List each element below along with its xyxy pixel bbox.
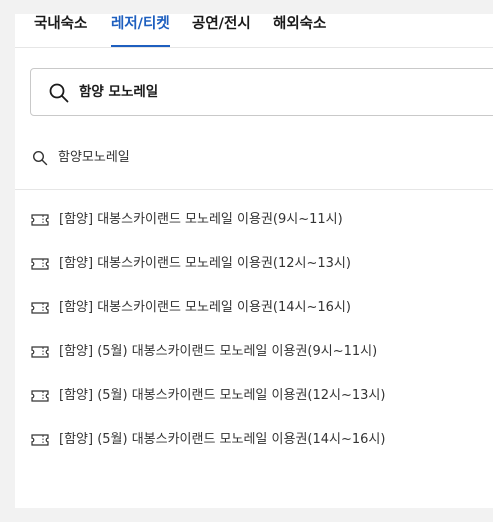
ticket-icon [31, 302, 49, 314]
result-item[interactable]: [함양] 대봉스카이랜드 모노레일 이용권(12시~13시) [31, 253, 481, 275]
result-label: [함양] (5월) 대봉스카이랜드 모노레일 이용권(9시~11시) [59, 344, 378, 359]
result-item[interactable]: [함양] (5월) 대봉스카이랜드 모노레일 이용권(14시~16시) [31, 429, 481, 451]
result-item[interactable]: [함양] (5월) 대봉스카이랜드 모노레일 이용권(9시~11시) [31, 341, 481, 363]
ticket-icon [31, 258, 49, 270]
suggestion-label: 함양모노레일 [58, 150, 130, 165]
result-label: [함양] 대봉스카이랜드 모노레일 이용권(14시~16시) [59, 300, 351, 315]
category-tabs: 국내숙소 레저/티켓 공연/전시 해외숙소 [15, 14, 493, 48]
tab-performance-exhibition[interactable]: 공연/전시 [192, 14, 251, 47]
search-panel: 국내숙소 레저/티켓 공연/전시 해외숙소 함양 모노레일 함양모노레일 [함양… [15, 14, 493, 508]
result-item[interactable]: [함양] 대봉스카이랜드 모노레일 이용권(14시~16시) [31, 297, 481, 319]
result-label: [함양] (5월) 대봉스카이랜드 모노레일 이용권(12시~13시) [59, 388, 386, 403]
search-icon [49, 83, 69, 103]
result-label: [함양] 대봉스카이랜드 모노레일 이용권(9시~11시) [59, 212, 343, 227]
tab-overseas-stay[interactable]: 해외숙소 [273, 14, 326, 47]
search-icon [32, 150, 48, 166]
result-item[interactable]: [함양] 대봉스카이랜드 모노레일 이용권(9시~11시) [31, 209, 481, 231]
divider [15, 189, 493, 190]
ticket-icon [31, 214, 49, 226]
result-item[interactable]: [함양] (5월) 대봉스카이랜드 모노레일 이용권(12시~13시) [31, 385, 481, 407]
search-input[interactable]: 함양 모노레일 [30, 68, 493, 116]
ticket-icon [31, 390, 49, 402]
result-label: [함양] 대봉스카이랜드 모노레일 이용권(12시~13시) [59, 256, 351, 271]
search-query: 함양 모노레일 [79, 84, 159, 100]
ticket-icon [31, 346, 49, 358]
result-label: [함양] (5월) 대봉스카이랜드 모노레일 이용권(14시~16시) [59, 432, 386, 447]
tab-domestic-stay[interactable]: 국내숙소 [34, 14, 87, 47]
tab-leisure-ticket[interactable]: 레저/티켓 [111, 14, 170, 47]
ticket-icon [31, 434, 49, 446]
